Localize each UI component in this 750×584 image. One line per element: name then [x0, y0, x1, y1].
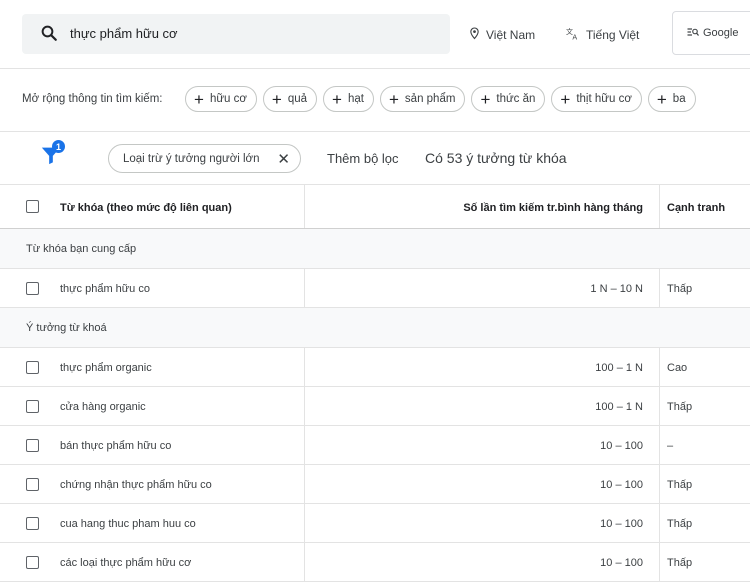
location-label: Việt Nam [486, 28, 536, 42]
filter-bar: 1 Loại trừ ý tưởng người lớn ✕ Thêm bộ l… [0, 132, 750, 185]
volume-cell: 100 – 1 N [595, 362, 643, 374]
refine-chip[interactable]: + quả [262, 86, 318, 112]
plus-icon: + [656, 89, 667, 109]
keyword-cell: các loại thực phẩm hữu cơ [60, 557, 192, 569]
network-icon [687, 27, 699, 40]
filter-chip-label: Loại trừ ý tưởng người lớn [123, 152, 260, 165]
language-selector[interactable]: 文A Tiếng Việt [566, 27, 639, 43]
plus-icon: + [194, 89, 204, 109]
table-row[interactable]: thực phẩm hữu co 1 N – 10 N Thấp [0, 269, 750, 308]
keyword-cell: chứng nhận thực phẩm hữu co [60, 479, 212, 491]
volume-cell: 10 – 100 [600, 518, 643, 530]
table-row[interactable]: thực phẩm organic 100 – 1 N Cao [0, 348, 750, 387]
volume-cell: 10 – 100 [600, 440, 643, 452]
row-checkbox[interactable] [26, 282, 39, 295]
svg-text:A: A [572, 33, 577, 40]
top-bar: thực phẩm hữu cơ Việt Nam 文A Tiếng Việt … [0, 0, 750, 69]
plus-icon: + [271, 89, 282, 109]
keyword-cell: cua hang thuc pham huu co [60, 518, 196, 530]
plus-icon: + [480, 89, 491, 109]
row-checkbox[interactable] [26, 361, 39, 374]
competition-cell: Cao [667, 362, 688, 374]
search-input[interactable]: thực phẩm hữu cơ [22, 14, 450, 54]
keyword-table: Từ khóa (theo mức độ liên quan) Số lần t… [0, 185, 750, 582]
row-checkbox[interactable] [26, 439, 39, 452]
refine-chip[interactable]: + hạt [323, 86, 374, 112]
table-row[interactable]: các loại thực phẩm hữu cơ 10 – 100 Thấp [0, 543, 750, 582]
volume-cell: 10 – 100 [600, 557, 643, 569]
row-checkbox[interactable] [26, 556, 39, 569]
competition-cell: Thấp [667, 283, 693, 295]
table-row[interactable]: bán thực phẩm hữu co 10 – 100 – [0, 426, 750, 465]
table-row[interactable]: cua hang thuc pham huu co 10 – 100 Thấp [0, 504, 750, 543]
location-selector[interactable]: Việt Nam [469, 27, 535, 43]
refine-chip[interactable]: + sản phẩm [379, 86, 466, 112]
volume-cell: 10 – 100 [600, 479, 643, 491]
adult-ideas-filter-chip[interactable]: Loại trừ ý tưởng người lớn ✕ [108, 144, 301, 173]
language-label: Tiếng Việt [586, 28, 640, 42]
plus-icon: + [388, 89, 399, 109]
group-label: Từ khóa bạn cung cấp [26, 243, 137, 255]
refine-search-bar: Mở rộng thông tin tìm kiếm: + hữu cơ + quả… [0, 69, 750, 132]
column-competition[interactable]: Cạnh tranh [667, 202, 725, 214]
table-header: Từ khóa (theo mức độ liên quan) Số lần t… [0, 185, 750, 229]
refine-chip[interactable]: + ba [647, 86, 696, 112]
volume-cell: 1 N – 10 N [590, 283, 643, 295]
refine-chip[interactable]: + thức ăn [471, 86, 546, 112]
group-label: Ý tưởng từ khoá [26, 322, 107, 334]
competition-cell: Thấp [667, 557, 693, 569]
close-icon[interactable]: ✕ [277, 150, 290, 168]
location-pin-icon [469, 27, 480, 43]
keyword-cell: thực phẩm organic [60, 362, 152, 374]
refine-chip[interactable]: + thịt hữu cơ [551, 86, 642, 112]
search-icon [40, 24, 58, 45]
keyword-cell: bán thực phẩm hữu co [60, 440, 172, 452]
table-row[interactable]: chứng nhận thực phẩm hữu co 10 – 100 Thấ… [0, 465, 750, 504]
result-count: Có 53 ý tưởng từ khóa [425, 150, 567, 166]
competition-cell: Thấp [667, 479, 693, 491]
search-query: thực phẩm hữu cơ [70, 26, 178, 41]
keyword-cell: thực phẩm hữu co [60, 283, 150, 295]
search-network-button[interactable]: Google [672, 11, 750, 55]
group-header: Ý tưởng từ khoá [0, 308, 750, 348]
search-network-label: Google [703, 27, 739, 39]
column-keyword[interactable]: Từ khóa (theo mức độ liên quan) [60, 202, 232, 214]
group-header: Từ khóa bạn cung cấp [0, 229, 750, 269]
filter-count-badge: 1 [52, 140, 65, 153]
volume-cell: 100 – 1 N [595, 401, 643, 413]
row-checkbox[interactable] [26, 478, 39, 491]
table-row[interactable]: cửa hàng organic 100 – 1 N Thấp [0, 387, 750, 426]
column-volume[interactable]: Số lần tìm kiếm tr.bình hàng tháng [463, 202, 643, 214]
select-all-checkbox[interactable] [26, 200, 39, 213]
keyword-cell: cửa hàng organic [60, 401, 146, 413]
competition-cell: Thấp [667, 401, 693, 413]
refine-chip[interactable]: + hữu cơ [185, 86, 257, 112]
row-checkbox[interactable] [26, 517, 39, 530]
plus-icon: + [332, 89, 342, 109]
row-checkbox[interactable] [26, 400, 39, 413]
translate-icon: 文A [566, 27, 580, 43]
competition-cell: Thấp [667, 518, 693, 530]
plus-icon: + [560, 89, 571, 109]
add-filter-button[interactable]: Thêm bộ lọc [327, 151, 399, 166]
refine-chips: + hữu cơ + quả + hạt + sản phẩm + thức ăn + th… [185, 86, 696, 112]
competition-cell: – [667, 440, 674, 452]
refine-label: Mở rộng thông tin tìm kiếm: [22, 93, 163, 105]
